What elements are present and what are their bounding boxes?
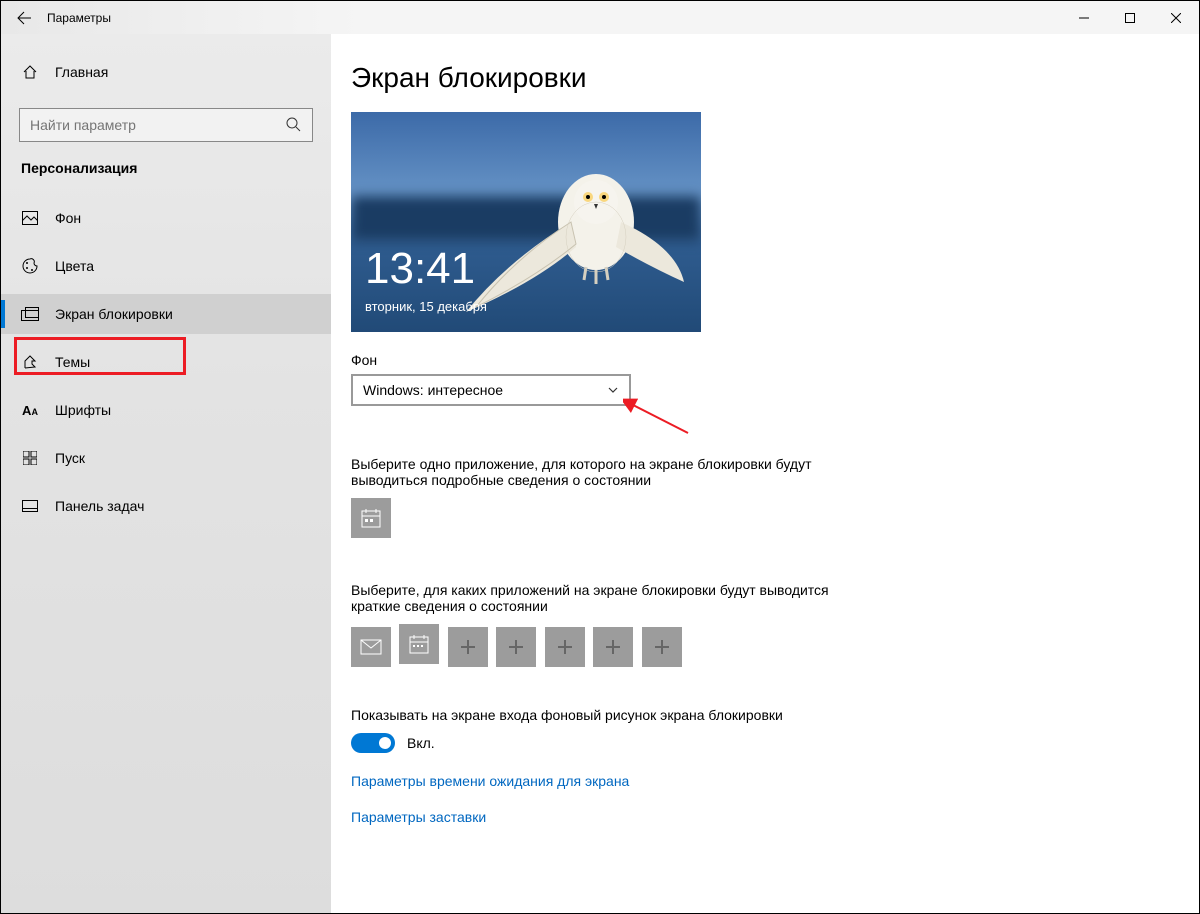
home-icon: [21, 64, 39, 80]
titlebar: Параметры: [1, 1, 1199, 34]
search-icon: [285, 116, 301, 137]
nav-colors[interactable]: Цвета: [1, 246, 331, 286]
search-input[interactable]: [19, 108, 313, 142]
signin-bg-label: Показывать на экране входа фоновый рисун…: [351, 707, 831, 723]
plus-icon: [508, 639, 524, 655]
quick-status-label: Выберите, для каких приложений на экране…: [351, 582, 831, 614]
nav-fonts[interactable]: AA Шрифты: [1, 390, 331, 430]
close-icon: [1171, 13, 1181, 23]
nav-item-label: Шрифты: [55, 402, 111, 418]
chevron-down-icon: [607, 384, 619, 396]
back-button[interactable]: [1, 10, 47, 26]
maximize-icon: [1125, 13, 1135, 23]
detailed-status-label: Выберите одно приложение, для которого н…: [351, 456, 831, 488]
close-button[interactable]: [1153, 1, 1199, 34]
main-content: Экран блокировки 13:41 вторник: [331, 34, 1199, 913]
nav-item-label: Панель задач: [55, 498, 144, 514]
preview-date: вторник, 15 декабря: [365, 299, 487, 314]
window-title: Параметры: [47, 11, 111, 25]
maximize-button[interactable]: [1107, 1, 1153, 34]
quick-status-add-2[interactable]: [496, 627, 536, 667]
nav-item-label: Цвета: [55, 258, 94, 274]
nav-item-label: Фон: [55, 210, 81, 226]
nav-home-label: Главная: [55, 64, 108, 80]
signin-bg-toggle[interactable]: [351, 733, 395, 753]
plus-icon: [460, 639, 476, 655]
quick-status-add-4[interactable]: [593, 627, 633, 667]
nav-start[interactable]: Пуск: [1, 438, 331, 478]
taskbar-icon: [21, 500, 39, 512]
nav-home[interactable]: Главная: [1, 52, 331, 92]
lockscreen-icon: [21, 307, 39, 321]
sidebar: Главная Персонализация Фон Цвета: [1, 34, 331, 913]
quick-status-add-5[interactable]: [642, 627, 682, 667]
search-box[interactable]: [19, 108, 313, 142]
start-icon: [21, 451, 39, 465]
toggle-state: Вкл.: [407, 735, 435, 751]
fonts-icon: AA: [21, 403, 39, 418]
palette-icon: [21, 258, 39, 274]
nav-item-label: Пуск: [55, 450, 85, 466]
picture-icon: [21, 211, 39, 225]
themes-icon: [21, 354, 39, 370]
background-select-value: Windows: интересное: [363, 382, 503, 398]
owl-image: [456, 152, 686, 322]
background-label: Фон: [351, 352, 1199, 368]
nav-lock-screen[interactable]: Экран блокировки: [1, 294, 331, 334]
minimize-button[interactable]: [1061, 1, 1107, 34]
plus-icon: [557, 639, 573, 655]
minimize-icon: [1079, 13, 1089, 23]
page-title: Экран блокировки: [351, 62, 1199, 94]
link-screensaver[interactable]: Параметры заставки: [351, 809, 1199, 825]
quick-status-add-3[interactable]: [545, 627, 585, 667]
nav-background[interactable]: Фон: [1, 198, 331, 238]
calendar-icon: [408, 633, 430, 655]
link-screen-timeout[interactable]: Параметры времени ожидания для экрана: [351, 773, 1199, 789]
detailed-status-app[interactable]: [351, 498, 391, 538]
nav-item-label: Темы: [55, 354, 90, 370]
preview-time: 13:41: [365, 244, 475, 294]
quick-status-add-1[interactable]: [448, 627, 488, 667]
plus-icon: [654, 639, 670, 655]
plus-icon: [605, 639, 621, 655]
nav-taskbar[interactable]: Панель задач: [1, 486, 331, 526]
arrow-left-icon: [16, 10, 32, 26]
nav-themes[interactable]: Темы: [1, 342, 331, 382]
background-select[interactable]: Windows: интересное: [351, 374, 631, 406]
calendar-icon: [360, 507, 382, 529]
sidebar-section-title: Персонализация: [1, 160, 331, 198]
annotation-arrow: [623, 398, 693, 438]
quick-status-app-2[interactable]: [399, 624, 439, 664]
lockscreen-preview[interactable]: 13:41 вторник, 15 декабря: [351, 112, 701, 332]
quick-status-app-1[interactable]: [351, 627, 391, 667]
mail-icon: [360, 639, 382, 655]
nav-item-label: Экран блокировки: [55, 306, 173, 322]
